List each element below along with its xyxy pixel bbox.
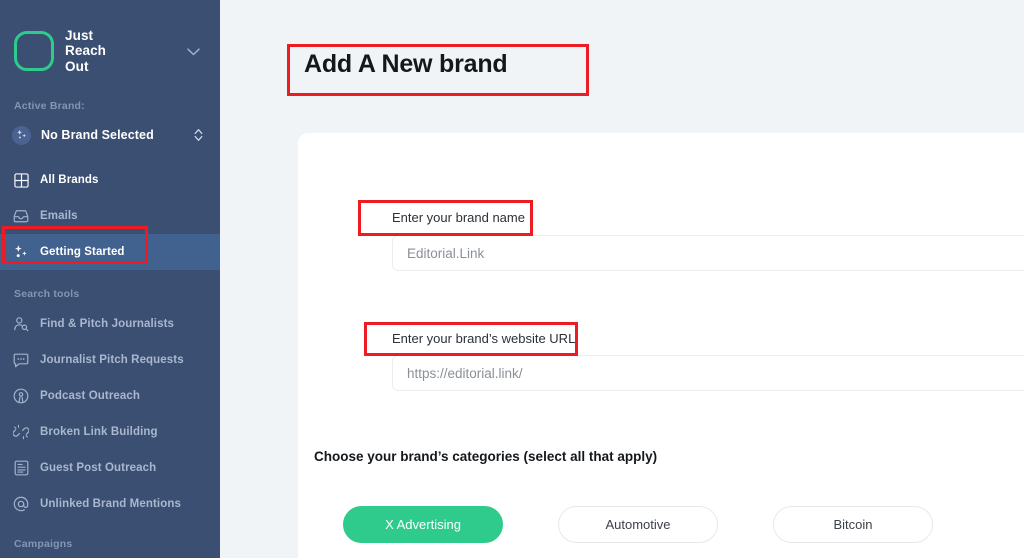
category-pill-bitcoin[interactable]: Bitcoin xyxy=(773,506,933,543)
app-logo-text: Just Reach Out xyxy=(65,28,106,75)
just-reach-out-logo-icon xyxy=(14,31,54,71)
active-brand-caption: Active Brand: xyxy=(14,100,85,112)
sidebar-item-all-brands[interactable]: All Brands xyxy=(0,162,220,198)
sparkle-avatar-icon xyxy=(12,125,31,145)
sidebar-item-unlinked-brand-mentions[interactable]: Unlinked Brand Mentions xyxy=(0,486,220,522)
sidebar-section-title-campaigns: Campaigns xyxy=(14,538,73,550)
person-search-icon xyxy=(12,315,30,333)
sparkles-icon xyxy=(12,243,30,261)
brand-website-url-label: Enter your brand’s website URL xyxy=(392,331,576,346)
sidebar-item-label: Find & Pitch Journalists xyxy=(40,318,175,330)
category-pill-label: Bitcoin xyxy=(833,517,873,532)
inbox-icon xyxy=(12,207,30,225)
sidebar-item-broken-link-building[interactable]: Broken Link Building xyxy=(0,414,220,450)
sidebar-item-label: Journalist Pitch Requests xyxy=(40,354,184,366)
document-icon xyxy=(12,459,30,477)
category-pill-row: X Advertising Automotive Bitcoin xyxy=(343,506,988,543)
brand-name-label: Enter your brand name xyxy=(392,210,525,225)
sidebar-group-campaigns: Campaigns Journalists Campaigns xyxy=(0,538,220,558)
sidebar-item-guest-post-outreach[interactable]: Guest Post Outreach xyxy=(0,450,220,486)
chevron-down-icon[interactable] xyxy=(187,44,200,59)
category-pill-label: X Advertising xyxy=(385,517,461,532)
categories-heading: Choose your brand’s categories (select a… xyxy=(314,449,658,464)
sidebar-item-label: Guest Post Outreach xyxy=(40,462,157,474)
main-content: Add A New brand Enter your brand name En… xyxy=(220,0,1024,558)
sidebar-item-label: Podcast Outreach xyxy=(40,390,141,402)
sidebar-item-label: Getting Started xyxy=(40,246,125,258)
sidebar-item-label: All Brands xyxy=(40,174,99,186)
sidebar-item-label: Broken Link Building xyxy=(40,426,158,438)
sidebar-group-primary: All Brands Emails Getting Started xyxy=(0,162,220,270)
sidebar-group-search-tools: Search tools Find & Pitch Journalists Jo… xyxy=(0,288,220,522)
category-pill-label: Automotive xyxy=(605,517,671,532)
sidebar-section-title-search-tools: Search tools xyxy=(14,288,80,300)
up-down-chevron-icon[interactable] xyxy=(194,128,203,142)
sidebar-item-podcast-outreach[interactable]: Podcast Outreach xyxy=(0,378,220,414)
broken-link-icon xyxy=(12,423,30,441)
chat-bubble-icon xyxy=(12,351,30,369)
brand-name-input[interactable] xyxy=(392,235,1024,271)
at-sign-icon xyxy=(12,495,30,513)
page-title: Add A New brand xyxy=(304,50,508,78)
grid-icon xyxy=(12,171,30,189)
sidebar-item-label: Emails xyxy=(40,210,78,222)
broadcast-icon xyxy=(12,387,30,405)
app-root: Just Reach Out Active Brand: No Brand Se… xyxy=(0,0,1024,558)
brand-website-url-input[interactable] xyxy=(392,355,1024,391)
logo-line-3: Out xyxy=(65,58,89,74)
sidebar-brand-header[interactable]: Just Reach Out xyxy=(0,0,220,86)
sidebar-item-label: Unlinked Brand Mentions xyxy=(40,498,181,510)
active-brand-value: No Brand Selected xyxy=(41,128,154,142)
sidebar: Just Reach Out Active Brand: No Brand Se… xyxy=(0,0,220,558)
sidebar-item-getting-started[interactable]: Getting Started xyxy=(0,234,220,270)
logo-line-1: Just xyxy=(65,27,94,43)
category-pill-automotive[interactable]: Automotive xyxy=(558,506,718,543)
sidebar-item-emails[interactable]: Emails xyxy=(0,198,220,234)
sidebar-item-find-pitch-journalists[interactable]: Find & Pitch Journalists xyxy=(0,306,220,342)
add-brand-card: Enter your brand name Enter your brand’s… xyxy=(298,133,1024,558)
sidebar-item-journalist-pitch-requests[interactable]: Journalist Pitch Requests xyxy=(0,342,220,378)
active-brand-selector[interactable]: No Brand Selected xyxy=(0,118,220,152)
category-pill-x-advertising[interactable]: X Advertising xyxy=(343,506,503,543)
logo-line-2: Reach xyxy=(65,43,107,59)
